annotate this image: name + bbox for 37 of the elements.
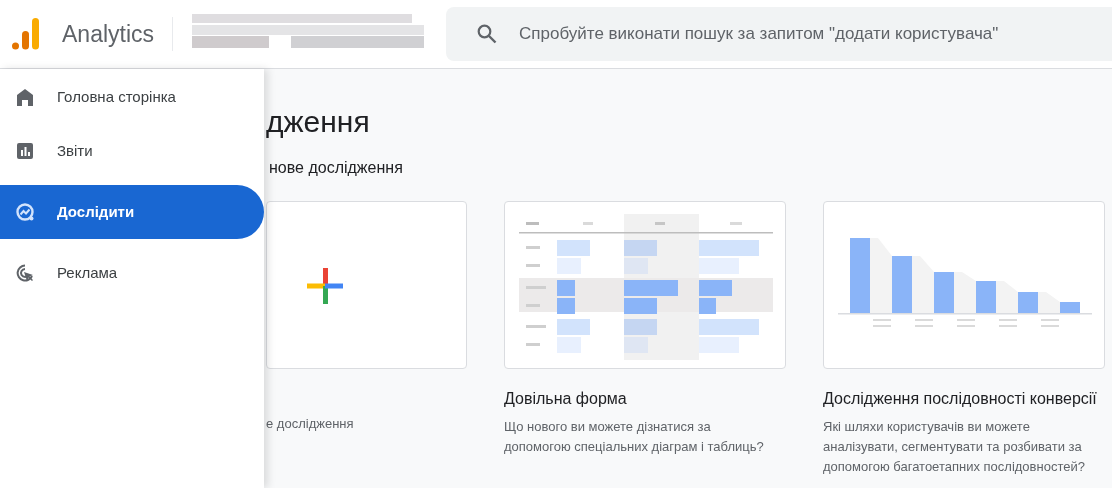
card-description: Які шляхи користувачів ви можете аналізувати, сегментувати та розбивати за допомогою багатоетапних послідовностей? [823,418,1086,476]
funnel-step-shade [954,272,976,313]
nav-item[interactable]: Дослідити [0,185,264,239]
card-title: Довільна форма [504,389,628,409]
search-icon [477,24,498,44]
funnel-bar [1060,302,1080,313]
label-placeholder [873,319,891,327]
nav-item[interactable]: Звіти [0,131,264,171]
page-subtitle: нове дослідження [269,158,404,178]
template-card[interactable] [823,201,1105,369]
funnel-bar [976,281,996,313]
card-description: Що нового ви можете дізнатися за допомогою спеціальних діаграм і таблиць? [504,418,765,456]
label-placeholder [999,319,1017,327]
nav-item[interactable]: Головна сторінка [0,77,264,117]
reports-icon [16,142,34,160]
home-icon [16,88,34,106]
label-placeholder [957,319,975,327]
app-title: Analytics [62,19,155,49]
template-card[interactable] [266,201,467,369]
funnel-step-shade [1038,292,1060,313]
label-placeholder [1041,319,1059,327]
card-title: Дослідження послідовності конверсії [823,389,1098,409]
analytics-logo-icon [12,18,40,50]
page-title: дження [266,104,371,139]
funnel-bar [1018,292,1038,313]
funnel-bar [934,272,954,313]
funnel-step-shade [996,281,1018,313]
funnel-step-shade [912,256,934,313]
ads-icon [16,264,34,282]
funnel-bar [892,256,912,313]
template-card[interactable] [504,201,786,369]
nav-item[interactable]: Реклама [0,253,264,293]
explore-icon [16,203,34,221]
card-description: е дослідження [266,415,354,433]
label-placeholder [915,319,933,327]
search-field[interactable]: Спробуйте виконати пошук за запитом "додати користувача" [446,7,1112,61]
plus-icon [307,268,343,304]
